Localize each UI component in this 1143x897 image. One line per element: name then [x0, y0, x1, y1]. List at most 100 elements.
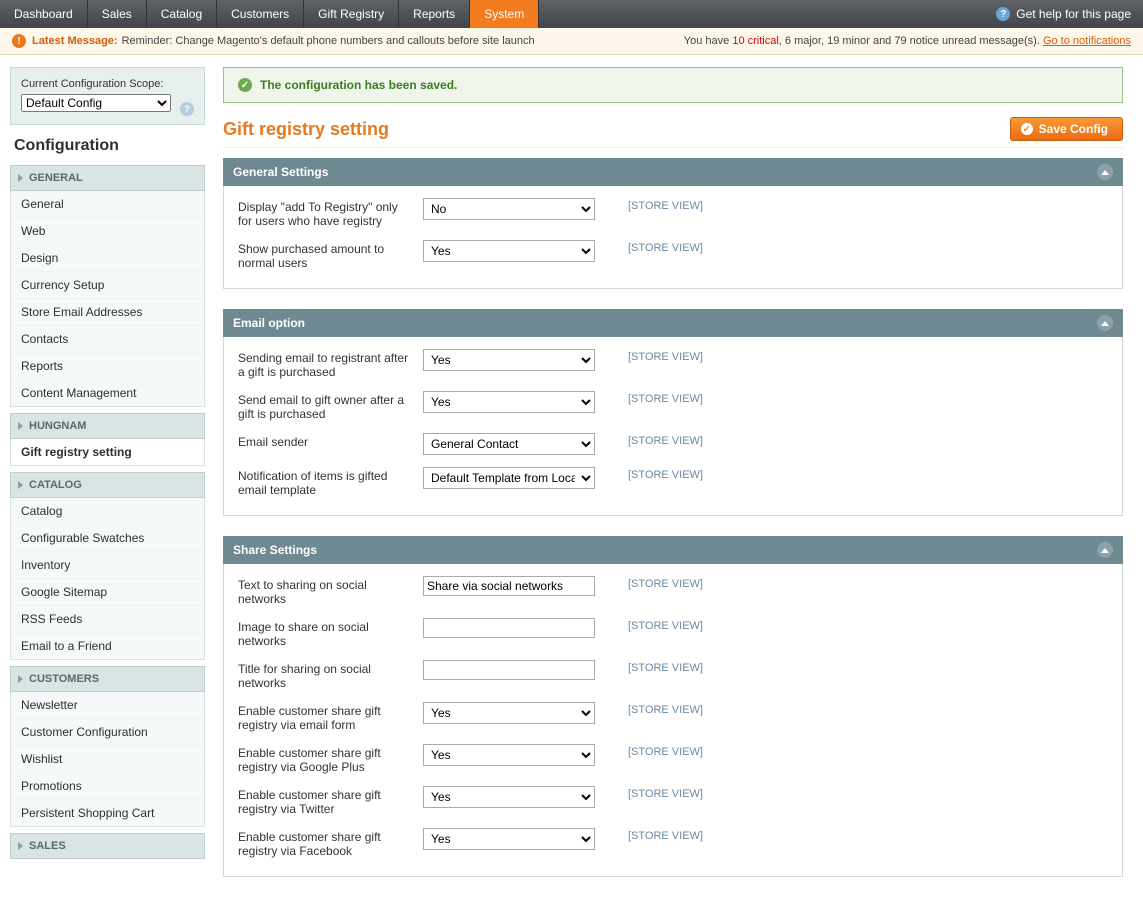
- sidebar-item-newsletter[interactable]: Newsletter: [11, 692, 204, 718]
- help-icon[interactable]: ?: [180, 102, 194, 116]
- field-label: Enable customer share gift registry via …: [238, 702, 423, 732]
- sidebar-item-content-management[interactable]: Content Management: [11, 379, 204, 406]
- field-label: Sending email to registrant after a gift…: [238, 349, 423, 379]
- success-message: ✓ The configuration has been saved.: [223, 67, 1123, 103]
- scope-select[interactable]: Default Config: [21, 94, 171, 112]
- sidebar-item-gift-registry-setting[interactable]: Gift registry setting: [11, 439, 204, 465]
- field-select[interactable]: Yes: [423, 786, 595, 808]
- section-email-option: Email option Sending email to registrant …: [223, 309, 1123, 516]
- section-body: Text to sharing on social networks [STORE…: [223, 564, 1123, 877]
- topnav-item-system[interactable]: System: [470, 0, 539, 28]
- nav-group-sales[interactable]: SALES: [10, 833, 205, 859]
- section-body: Sending email to registrant after a gift…: [223, 337, 1123, 516]
- sidebar-item-inventory[interactable]: Inventory: [11, 551, 204, 578]
- field-row: Enable customer share gift registry via …: [238, 702, 1108, 732]
- scope-tag: [STORE VIEW]: [628, 786, 703, 800]
- topnav-item-catalog[interactable]: Catalog: [147, 0, 217, 28]
- field-select[interactable]: General Contact: [423, 433, 595, 455]
- field-row: Send email to gift owner after a gift is…: [238, 391, 1108, 421]
- sidebar-item-design[interactable]: Design: [11, 244, 204, 271]
- scope-tag: [STORE VIEW]: [628, 828, 703, 842]
- sidebar-item-email-to-a-friend[interactable]: Email to a Friend: [11, 632, 204, 659]
- topnav-item-sales[interactable]: Sales: [88, 0, 147, 28]
- sidebar-item-store-email-addresses[interactable]: Store Email Addresses: [11, 298, 204, 325]
- section-general-settings: General Settings Display "add To Registry…: [223, 158, 1123, 289]
- scope-tag: [STORE VIEW]: [628, 702, 703, 716]
- sidebar-item-configurable-swatches[interactable]: Configurable Swatches: [11, 524, 204, 551]
- collapse-icon[interactable]: [1097, 542, 1113, 558]
- sidebar-item-customer-configuration[interactable]: Customer Configuration: [11, 718, 204, 745]
- field-label: Image to share on social networks: [238, 618, 423, 648]
- field-select[interactable]: Yes: [423, 240, 595, 262]
- field-select[interactable]: Yes: [423, 828, 595, 850]
- save-config-button[interactable]: ✓ Save Config: [1010, 117, 1123, 141]
- field-select[interactable]: Yes: [423, 349, 595, 371]
- scope-tag: [STORE VIEW]: [628, 391, 703, 405]
- topnav-item-dashboard[interactable]: Dashboard: [0, 0, 88, 28]
- field-select[interactable]: No: [423, 198, 595, 220]
- collapse-icon[interactable]: [1097, 164, 1113, 180]
- field-row: Enable customer share gift registry via …: [238, 786, 1108, 816]
- field-input[interactable]: [423, 660, 595, 680]
- scope-label: Current Configuration Scope:: [21, 78, 194, 90]
- collapse-icon[interactable]: [1097, 315, 1113, 331]
- summary-pre: You have: [684, 35, 733, 47]
- field-row: Sending email to registrant after a gift…: [238, 349, 1108, 379]
- sidebar-item-google-sitemap[interactable]: Google Sitemap: [11, 578, 204, 605]
- sidebar-item-general[interactable]: General: [11, 191, 204, 217]
- field-select[interactable]: Yes: [423, 391, 595, 413]
- nav-group-hungnam[interactable]: HUNGNAM: [10, 413, 205, 439]
- save-button-label: Save Config: [1039, 122, 1108, 136]
- field-select[interactable]: Yes: [423, 702, 595, 724]
- latest-label: Latest Message:: [32, 35, 118, 47]
- config-scope-box: Current Configuration Scope: Default Con…: [10, 67, 205, 125]
- field-label: Text to sharing on social networks: [238, 576, 423, 606]
- title-bar: Gift registry setting ✓ Save Config: [223, 117, 1123, 148]
- sidebar-item-wishlist[interactable]: Wishlist: [11, 745, 204, 772]
- field-row: Enable customer share gift registry via …: [238, 744, 1108, 774]
- notice-summary: You have 10 critical, 6 major, 19 minor …: [684, 35, 1131, 47]
- sidebar-item-catalog[interactable]: Catalog: [11, 498, 204, 524]
- section-body: Display "add To Registry" only for users…: [223, 186, 1123, 289]
- summary-mid: , 6 major, 19 minor and 79 notice unread…: [779, 35, 1043, 47]
- nav-group-customers[interactable]: CUSTOMERS: [10, 666, 205, 692]
- help-icon: ?: [996, 7, 1010, 21]
- section-header[interactable]: Email option: [223, 309, 1123, 337]
- field-input[interactable]: [423, 618, 595, 638]
- topnav-item-gift-registry[interactable]: Gift Registry: [304, 0, 399, 28]
- sidebar-item-reports[interactable]: Reports: [11, 352, 204, 379]
- sidebar-item-web[interactable]: Web: [11, 217, 204, 244]
- scope-tag: [STORE VIEW]: [628, 467, 703, 481]
- field-label: Send email to gift owner after a gift is…: [238, 391, 423, 421]
- section-header[interactable]: General Settings: [223, 158, 1123, 186]
- sidebar-item-promotions[interactable]: Promotions: [11, 772, 204, 799]
- field-row: Text to sharing on social networks[STORE…: [238, 576, 1108, 606]
- field-row: Enable customer share gift registry via …: [238, 828, 1108, 858]
- scope-tag: [STORE VIEW]: [628, 349, 703, 363]
- go-to-notifications-link[interactable]: Go to notifications: [1043, 35, 1131, 47]
- topnav-item-customers[interactable]: Customers: [217, 0, 304, 28]
- sidebar-item-rss-feeds[interactable]: RSS Feeds: [11, 605, 204, 632]
- sidebar-item-contacts[interactable]: Contacts: [11, 325, 204, 352]
- field-label: Show purchased amount to normal users: [238, 240, 423, 270]
- check-icon: ✓: [238, 78, 252, 92]
- field-label: Title for sharing on social networks: [238, 660, 423, 690]
- sidebar-item-currency-setup[interactable]: Currency Setup: [11, 271, 204, 298]
- nav-group-catalog[interactable]: CATALOG: [10, 472, 205, 498]
- field-row: Notification of items is gifted email te…: [238, 467, 1108, 497]
- section-title: General Settings: [233, 165, 328, 179]
- field-select[interactable]: Default Template from Locale: [423, 467, 595, 489]
- topnav-item-reports[interactable]: Reports: [399, 0, 470, 28]
- scope-tag: [STORE VIEW]: [628, 198, 703, 212]
- field-label: Email sender: [238, 433, 423, 449]
- sidebar-item-persistent-shopping-cart[interactable]: Persistent Shopping Cart: [11, 799, 204, 826]
- nav-group-general[interactable]: GENERAL: [10, 165, 205, 191]
- field-label: Enable customer share gift registry via …: [238, 786, 423, 816]
- help-link[interactable]: ?Get help for this page: [984, 0, 1143, 28]
- field-label: Enable customer share gift registry via …: [238, 744, 423, 774]
- latest-message: Reminder: Change Magento's default phone…: [122, 35, 535, 47]
- field-input[interactable]: [423, 576, 595, 596]
- field-select[interactable]: Yes: [423, 744, 595, 766]
- section-share-settings: Share Settings Text to sharing on social …: [223, 536, 1123, 877]
- section-header[interactable]: Share Settings: [223, 536, 1123, 564]
